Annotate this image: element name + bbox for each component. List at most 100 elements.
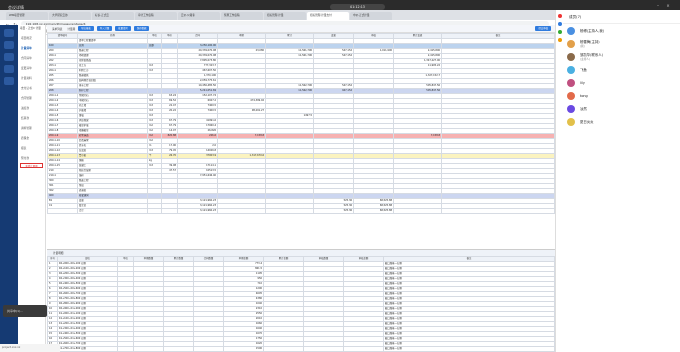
table-cell: 合计 [77,208,148,214]
minimize-icon[interactable]: – [655,3,661,9]
browser-tab[interactable]: 招标管理-计量支付 [307,12,349,20]
sidebar-item[interactable]: 结算款 [18,113,45,123]
browser-tab[interactable]: WIN项目管理 [6,12,48,20]
avatar [567,26,575,35]
table-cell[interactable] [265,208,314,214]
table-cell[interactable]: 68,525.88 [353,208,394,214]
participant-row[interactable]: 淡然 [563,102,680,115]
sidebar-item[interactable]: 计量资料 [18,73,45,83]
avatar [567,65,575,74]
avatar [567,78,575,87]
notify-icon[interactable] [557,14,562,18]
participant-name: 淡然 [580,106,587,111]
sidebar-item[interactable]: 合同清单 [18,53,45,63]
table-cell[interactable] [217,208,266,214]
participant-role: (我) [580,43,585,48]
browser-tabs: WIN项目管理 大华研究云协 标识-正式云 审计工作底稿 云价-公路专 预算工作底稿 招标管… [0,10,555,20]
avatar [567,39,575,48]
sidebar-item[interactable]: 支付证书 [18,83,45,93]
participant-name: 杨雪梅(主持) [580,39,600,44]
sidebar-item[interactable]: 资料管理 [18,123,45,133]
participant-name: tong [580,93,588,98]
tab-list[interactable]: 清单列表 [52,27,62,31]
participant-text: 杨博(主持人,我) [580,29,604,33]
sidebar-item[interactable]: 预付款 [18,153,45,163]
participant-text: 杨雪梅(主持) (我) [580,40,600,48]
detail-title: 计量明细 [47,249,555,256]
toolbar-button[interactable]: 批量填写 [115,26,131,31]
meeting-panel: 成员(7) 杨博(主持人,我) 杨雪梅(主持) (我) 邹凯华(联系人) (主持人) 飞鱼… [563,10,680,352]
browser-tab[interactable]: 标识-正式云 [92,12,134,20]
sidebar-item[interactable]: 进度款 [18,103,45,113]
table-cell [147,208,162,214]
table-row[interactable]: 合计 3,121,960.23 525.36 68,525.88 [47,208,555,214]
sidebar-item[interactable]: 计量清单 [18,43,45,53]
avatar [567,52,575,61]
grid-toolbar: 清单列表 计量期 导出报表 导入计量 批量填写 保存数据 提交审核 [47,25,555,33]
doc-icon[interactable] [557,30,562,34]
participant-text: 夏日炎炎 [580,120,594,124]
participant-name: 夏日炎炎 [580,119,594,124]
sidebar-item[interactable]: 质保金 [18,133,45,143]
sidebar-item[interactable]: 项目概况 [18,33,45,43]
browser-tab[interactable]: 预算工作底稿 [221,12,263,20]
project-sidebar: 项目 - 正式C 计量 项目概况 计量清单 合同清单 变更清单 计量资料 支付证书 合同管理… [18,25,46,352]
participant-list: 杨博(主持人,我) 杨雪梅(主持) (我) 邹凯华(联系人) (主持人) 飞鱼 lily to… [563,24,680,128]
browser-tab[interactable]: 审计工作底稿 [135,12,177,20]
participant-text: lily [580,81,585,85]
participant-text: 淡然 [580,107,587,111]
measure-icon[interactable] [4,53,14,61]
submit-button[interactable]: 提交审核 [535,26,551,31]
participant-row[interactable]: 杨雪梅(主持) (我) [563,37,680,50]
new-period-button[interactable]: 新增计量期 [20,163,43,168]
participant-text: 飞鱼 [580,68,587,72]
table-cell[interactable] [441,208,555,214]
participant-name: 邹凯华(联系人) [580,52,603,57]
chat-icon[interactable] [557,22,562,26]
participant-row[interactable]: 邹凯华(联系人) (主持人) [563,50,680,63]
star-icon[interactable] [557,38,562,42]
project-icon[interactable] [4,41,14,49]
table-cell [161,208,178,214]
participant-row[interactable]: 夏日炎炎 [563,115,680,128]
sidebar-item[interactable]: 变更清单 [18,63,45,73]
participant-text: 邹凯华(联系人) (主持人) [580,53,603,61]
project-name: 项目 - 正式C 计量 [20,27,41,30]
browser-tab[interactable]: 大华研究云协 [49,12,91,20]
measure-grid: 清单编号 名称 单位 单价 合同 本期 累计 变更 审核 累计变更 备注 清单工程量清单 100 总则总… [47,33,555,248]
tab-period[interactable]: 计量期 [67,27,75,31]
avatar [567,117,575,126]
participant-name: 杨博(主持人,我) [580,28,605,33]
sidebar-item[interactable]: 报表 [18,143,45,153]
participant-name: 飞鱼 [580,67,587,72]
browser-tab[interactable]: 中价-正式计量 [350,12,392,20]
participant-role: (主持人) [580,56,591,61]
share-indicator[interactable]: 共享中(1)… [3,305,47,317]
browser-side-rail [555,10,563,352]
avatar [567,104,575,113]
table-cell[interactable]: 525.36 [313,208,354,214]
participant-row[interactable]: 杨博(主持人,我) [563,24,680,37]
table-cell[interactable] [393,208,442,214]
toolbar-button[interactable]: 导入计量 [96,26,113,31]
participant-row[interactable]: tong [563,89,680,102]
meeting-title: 成员(7) [563,10,680,24]
meeting-topbar: 会议详情 01:12:13 – × [0,0,680,10]
report-icon[interactable] [4,65,14,73]
browser-tab[interactable]: 云价-公路专 [178,12,220,20]
close-icon[interactable]: × [665,3,671,9]
toolbar-button[interactable]: 保存数据 [133,26,150,31]
detail-grid: 序号 部位 单位 本期数量 累计数量 合同数量 本期金额 累计金额 审核数量 审核金额 备注 1 K0… [47,256,555,352]
status-bar: project.xxx.xx [0,344,60,352]
table-cell[interactable]: 3,121,960.23 [177,208,218,214]
participant-row[interactable]: 飞鱼 [563,63,680,76]
app-nav-rail [0,25,18,352]
home-icon[interactable] [4,29,14,37]
participant-text: tong [580,94,588,98]
participant-name: lily [580,80,585,85]
sidebar-item[interactable]: 合同管理 [18,93,45,103]
participant-row[interactable]: lily [563,76,680,89]
toolbar-button[interactable]: 导出报表 [78,26,94,31]
settings-icon[interactable] [4,77,14,85]
browser-tab[interactable]: 招标管理-计量 [264,12,306,20]
